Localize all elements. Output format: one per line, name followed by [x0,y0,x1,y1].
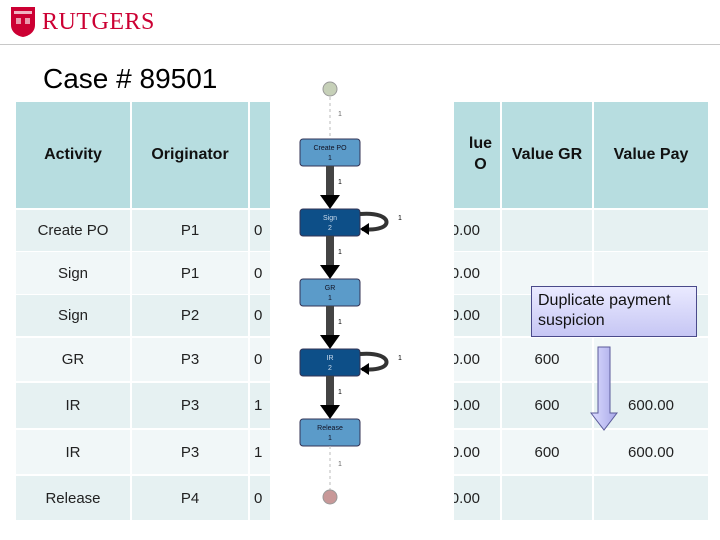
node-label: Create PO [313,145,347,152]
edge [326,236,334,269]
cell-value-gr: 600 [502,338,592,381]
cell-activity: Sign [16,252,130,294]
cell-value-pay: 600.00 [594,430,708,474]
node-count: 2 [328,365,332,372]
edge-label: 1 [338,319,342,326]
node-label: GR [325,285,336,292]
cell-value-gr: 600 [502,430,592,474]
start-node-icon [322,81,338,97]
cell-originator: P1 [132,252,248,294]
node-label: IR [327,355,334,362]
cell-value-gr [502,476,592,520]
edge-label: 1 [338,179,342,186]
cell-value-pay [594,476,708,520]
edge-label: 1 [398,215,402,222]
node-count: 1 [328,295,332,302]
end-node-icon [322,489,338,505]
edge-label: 1 [398,355,402,362]
cell-activity: IR [16,383,130,428]
arrowhead-icon [320,405,340,419]
process-map: 1 Create PO 1 1 Sign 2 1 1 GR 1 1 IR 2 1 1 Release 1 1 [270,70,454,532]
cell-activity: GR [16,338,130,381]
cell-originator: P3 [132,383,248,428]
node-count: 1 [328,435,332,442]
cell-originator: P3 [132,430,248,474]
cell-activity: Release [16,476,130,520]
edge [326,376,334,409]
edge-label: 1 [338,249,342,256]
cell-originator: P2 [132,295,248,336]
logo-text: RUTGERS [42,8,155,35]
header-divider [0,44,720,45]
cell-originator: P3 [132,338,248,381]
arrowhead-icon [320,195,340,209]
down-arrow-icon [590,346,618,431]
arrowhead-icon [360,223,369,235]
edge-label: 1 [338,111,342,118]
cell-activity: Create PO [16,210,130,251]
header-originator: Originator [132,102,248,208]
header-value-pay: Value Pay [594,102,708,208]
node-count: 2 [328,225,332,232]
cell-activity: IR [16,430,130,474]
header-value-gr: Value GR [502,102,592,208]
cell-activity: Sign [16,295,130,336]
cell-value-pay [594,210,708,251]
cell-originator: P1 [132,210,248,251]
node-count: 1 [328,155,332,162]
shield-icon [11,7,35,37]
arrowhead-icon [320,335,340,349]
edge-label: 1 [338,389,342,396]
cell-value-gr [502,210,592,251]
cell-originator: P4 [132,476,248,520]
duplicate-payment-callout: Duplicate payment suspicion [531,286,697,337]
arrowhead-icon [320,265,340,279]
node-label: Release [317,425,343,432]
rutgers-logo: RUTGERS [10,6,155,38]
page-title: Case # 89501 [43,63,218,94]
arrowhead-icon [360,363,369,375]
header-activity: Activity [16,102,130,208]
cell-value-gr: 600 [502,383,592,428]
edge-label: 1 [338,461,342,468]
edge [326,166,334,199]
edge [326,306,334,339]
node-label: Sign [323,215,337,222]
